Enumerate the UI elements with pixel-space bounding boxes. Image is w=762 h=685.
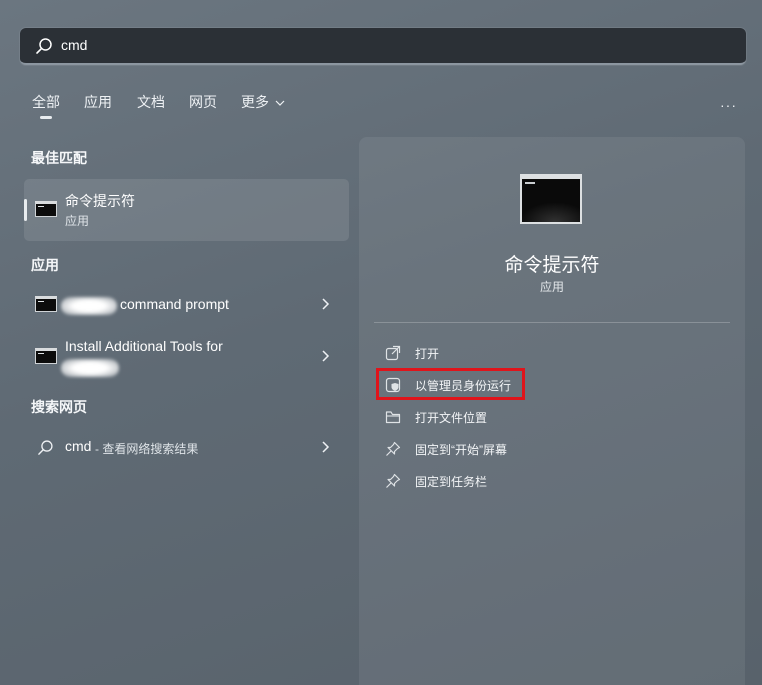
- best-match-type: 应用: [65, 214, 90, 228]
- selection-indicator: [24, 199, 27, 221]
- tab-more-label: 更多: [241, 94, 269, 110]
- app-item-title: command prompt: [120, 296, 229, 312]
- web-search-hint: - 查看网络搜索结果: [95, 442, 199, 456]
- tab-apps[interactable]: 应用: [84, 92, 112, 112]
- search-input[interactable]: cmd: [20, 28, 746, 65]
- best-match-name: 命令提示符: [65, 193, 135, 209]
- action-label: 打开文件位置: [415, 411, 488, 425]
- redacted-text: [61, 359, 119, 377]
- action-label: 固定到任务栏: [415, 475, 488, 489]
- chevron-right-icon: [322, 298, 330, 310]
- chevron-right-icon: [322, 441, 330, 453]
- apps-heading: 应用: [31, 257, 59, 273]
- open-external-icon: [385, 345, 401, 361]
- search-icon: [36, 38, 52, 54]
- action-label: 打开: [415, 347, 440, 361]
- redacted-text: [61, 297, 117, 315]
- tab-documents[interactable]: 文档: [137, 92, 165, 112]
- search-query[interactable]: cmd: [61, 37, 87, 53]
- chevron-right-icon: [322, 350, 330, 362]
- best-match-heading: 最佳匹配: [31, 150, 87, 166]
- highlight-box: [376, 368, 525, 400]
- divider: [374, 322, 730, 323]
- command-prompt-icon: [35, 201, 57, 217]
- chevron-down-icon: [275, 100, 285, 106]
- tab-web[interactable]: 网页: [189, 92, 217, 112]
- best-match-item[interactable]: 命令提示符 应用: [24, 179, 349, 241]
- search-icon: [38, 440, 53, 455]
- command-prompt-icon: [35, 296, 57, 312]
- folder-icon: [385, 411, 401, 424]
- tab-more[interactable]: 更多: [241, 92, 285, 112]
- command-prompt-icon: [35, 348, 57, 364]
- pin-icon: [386, 473, 401, 488]
- command-prompt-large-icon: [520, 174, 582, 224]
- tab-all[interactable]: 全部: [32, 92, 60, 119]
- action-label: 固定到“开始”屏幕: [415, 443, 507, 457]
- details-app-type: 应用: [539, 280, 564, 294]
- web-search-query: cmd: [65, 438, 92, 454]
- more-options-button[interactable]: ···: [720, 97, 737, 113]
- app-item-title: Install Additional Tools for: [65, 338, 223, 354]
- web-search-heading: 搜索网页: [31, 399, 87, 415]
- details-app-name: 命令提示符: [504, 255, 600, 276]
- pin-icon: [386, 441, 401, 456]
